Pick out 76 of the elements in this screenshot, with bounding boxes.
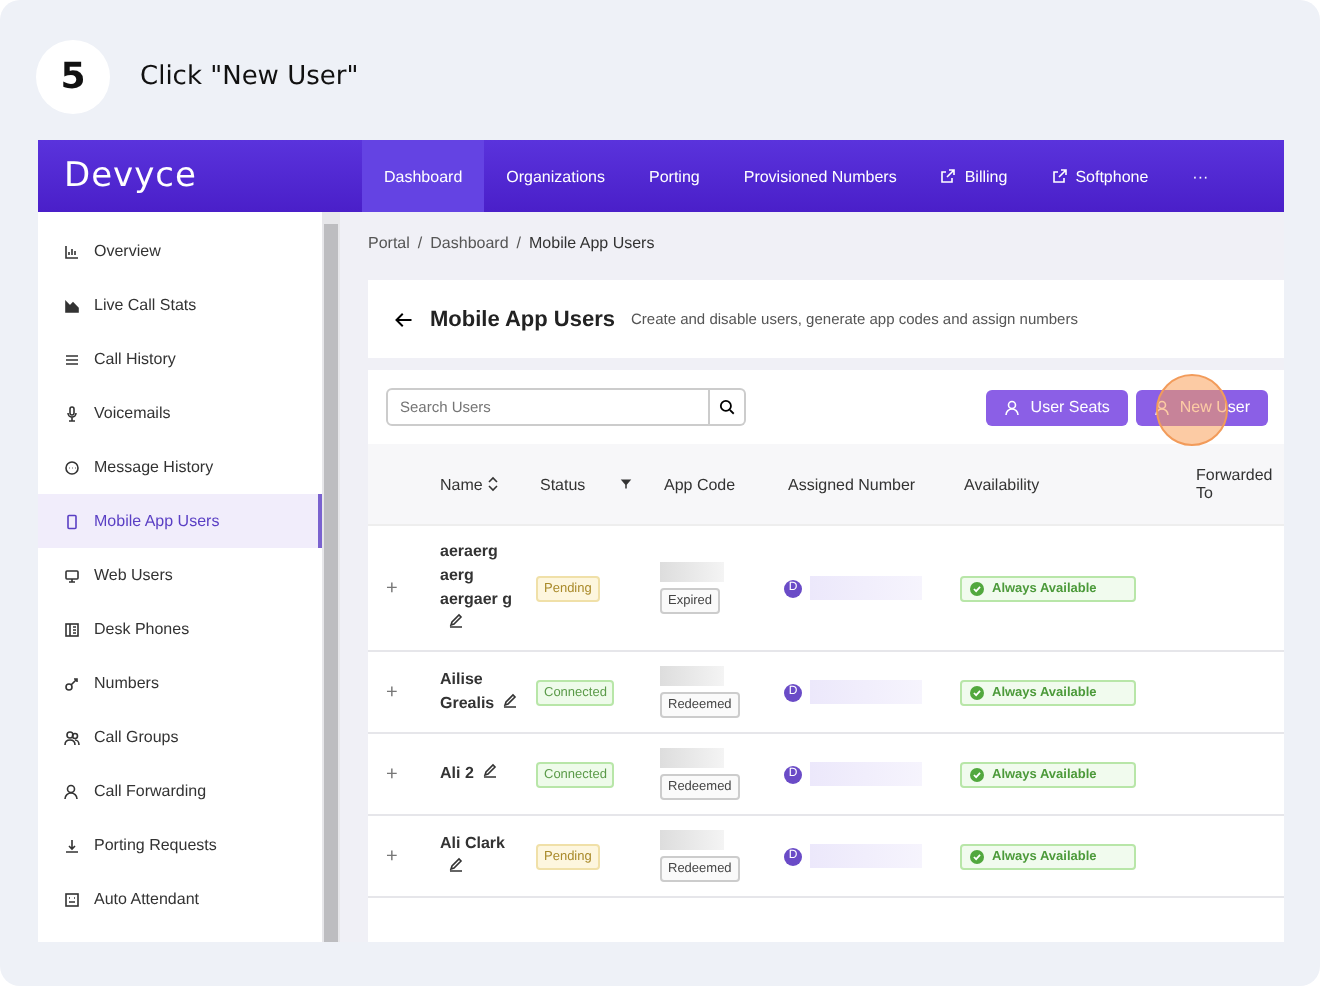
check-circle-icon xyxy=(970,581,984,595)
user-name: Ailise Grealis xyxy=(440,668,520,716)
check-circle-icon xyxy=(970,849,984,863)
sidebar-item[interactable]: Call History xyxy=(38,332,322,386)
column-header: Forwarded To xyxy=(1194,464,1275,506)
monitor-icon xyxy=(64,567,80,583)
microphone-icon xyxy=(64,405,80,421)
sidebar-item[interactable]: Auto Attendant xyxy=(38,872,322,926)
user-icon xyxy=(1153,399,1170,415)
sidebar-item[interactable]: Web Users xyxy=(38,548,322,602)
nav-tab[interactable]: Dashboard xyxy=(362,140,485,212)
download-icon xyxy=(64,837,80,853)
column-header: App Code xyxy=(662,473,738,498)
mobile-phone-icon xyxy=(64,513,80,529)
robot-icon xyxy=(64,891,80,907)
blurred-code xyxy=(660,830,724,850)
column-header: Assigned Number xyxy=(786,473,918,498)
sidebar-item[interactable]: Voicemails xyxy=(38,386,322,440)
breadcrumb-separator: / xyxy=(516,233,522,251)
expand-button[interactable]: + xyxy=(386,577,398,599)
back-arrow-icon xyxy=(394,309,414,329)
list-icon xyxy=(64,351,80,367)
expand-button[interactable]: + xyxy=(386,845,398,867)
sidebar-item[interactable]: Numbers xyxy=(38,656,322,710)
nav-tab[interactable]: Organizations xyxy=(484,140,627,212)
expand-button[interactable]: + xyxy=(386,763,398,785)
user-name: aeraerg aerg aergaer g xyxy=(440,540,520,636)
users-icon xyxy=(64,729,80,745)
filter-icon xyxy=(620,478,632,490)
expand-button[interactable]: + xyxy=(386,681,398,703)
blurred-code xyxy=(660,666,724,686)
sidebar-item[interactable]: Call Groups xyxy=(38,710,322,764)
pencil-icon xyxy=(502,692,519,708)
breadcrumb-link[interactable]: Dashboard xyxy=(430,233,509,251)
user-name: Ali 2 xyxy=(440,762,520,786)
sidebar-item[interactable]: Call Forwarding xyxy=(38,764,322,818)
step-number: 5 xyxy=(36,39,110,113)
user-icon xyxy=(64,783,80,799)
nav-tab[interactable]: Porting xyxy=(627,140,722,212)
search-button[interactable] xyxy=(710,388,746,426)
sidebar-item[interactable]: Desk Phones xyxy=(38,602,322,656)
sidebar-item[interactable]: Overview xyxy=(38,224,322,278)
sidebar-item[interactable]: Porting Requests xyxy=(38,818,322,872)
sidebar-item[interactable]: Live Call Stats xyxy=(38,278,322,332)
user-name: Ali Clark xyxy=(440,832,520,880)
user-seats-button[interactable]: User Seats xyxy=(986,389,1128,425)
check-circle-icon xyxy=(970,685,984,699)
page-title: Mobile App Users xyxy=(430,307,615,331)
nav-tab[interactable]: ··· xyxy=(1170,140,1231,212)
bar-chart-icon xyxy=(64,243,80,259)
step-instruction: Click "New User" xyxy=(140,61,359,91)
column-header: Availability xyxy=(962,473,1042,498)
desk-phone-icon xyxy=(64,621,80,637)
logo: Devyce xyxy=(62,154,199,200)
user-icon xyxy=(1004,399,1021,415)
pencil-icon xyxy=(448,856,464,872)
blurred-code xyxy=(660,748,724,768)
search-icon xyxy=(718,398,736,416)
pencil-icon xyxy=(481,762,498,778)
sidebar-item[interactable]: Message History xyxy=(38,440,322,494)
chat-bubble-icon xyxy=(64,459,80,475)
nav-tab[interactable]: Provisioned Numbers xyxy=(721,140,919,212)
sidebar-item[interactable]: Mobile App Users xyxy=(38,494,322,548)
nav-tab[interactable]: Softphone xyxy=(1029,140,1171,212)
breadcrumb-link[interactable]: Portal xyxy=(368,233,410,251)
area-chart-icon xyxy=(64,297,80,313)
sort-icon xyxy=(488,476,499,492)
column-header[interactable]: Name xyxy=(424,444,524,524)
blurred-code xyxy=(660,562,724,582)
pencil-icon xyxy=(448,612,464,628)
column-header[interactable]: Status xyxy=(524,444,648,524)
link-icon xyxy=(64,675,80,691)
scrollbar[interactable] xyxy=(322,212,340,942)
nav-tab[interactable]: Billing xyxy=(918,140,1030,212)
check-circle-icon xyxy=(970,767,984,781)
breadcrumb-separator: / xyxy=(417,233,423,251)
